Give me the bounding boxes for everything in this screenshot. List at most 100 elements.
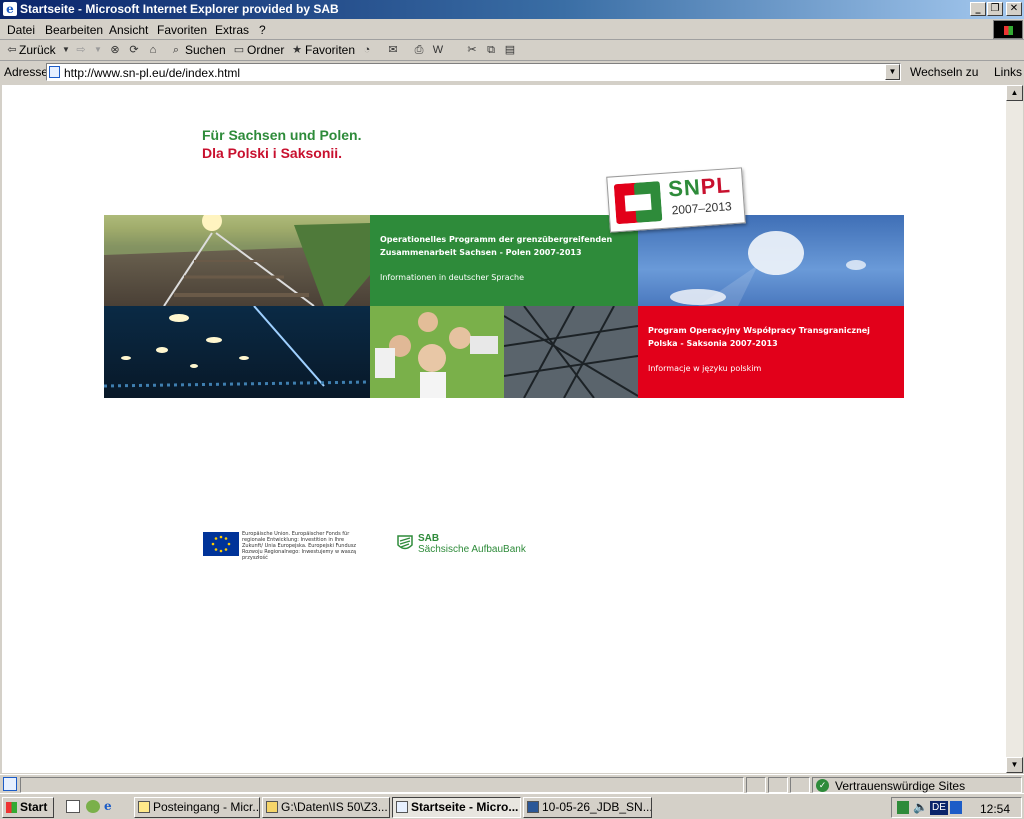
windows-logo-icon	[993, 20, 1023, 39]
search-icon[interactable]: ⌕	[169, 43, 183, 57]
stop-icon[interactable]: ⊗	[108, 43, 122, 57]
menu-help[interactable]: ?	[259, 23, 266, 37]
menu-bearbeiten[interactable]: Bearbeiten	[45, 23, 103, 37]
snpl-logo: SNPL 2007–2013	[606, 167, 746, 233]
task-explorer-label: G:\Daten\IS 50\Z3...	[281, 800, 388, 814]
quicklaunch-ie-icon[interactable]: e	[104, 800, 118, 813]
status-page-icon	[3, 777, 17, 791]
folders-button[interactable]: Ordner	[247, 43, 284, 57]
status-panel-2	[768, 777, 788, 793]
back-dropdown-icon[interactable]: ▼	[59, 43, 73, 57]
folders-icon[interactable]: ▭	[232, 43, 246, 57]
panel-de-title-2: Zusammenarbeit Sachsen - Polen 2007-2013	[380, 248, 582, 257]
start-button[interactable]: Start	[2, 797, 54, 818]
logo-sn: SN	[667, 174, 702, 202]
address-url: http://www.sn-pl.eu/de/index.html	[64, 66, 241, 80]
page-content: Für Sachsen und Polen. Dla Polski i Saks…	[2, 85, 1006, 773]
history-icon[interactable]: ◔	[360, 43, 374, 57]
close-button[interactable]: ✕	[1006, 2, 1022, 16]
task-word-label: 10-05-26_JDB_SN...	[542, 800, 652, 814]
clock: 12:54	[980, 802, 1011, 816]
sab-logo-text: SAB Sächsische AufbauBank	[418, 533, 526, 555]
forward-dropdown-icon[interactable]: ▼	[91, 43, 105, 57]
back-button[interactable]: Zurück	[19, 43, 56, 57]
show-desktop-icon[interactable]	[66, 800, 80, 813]
security-zone-panel: ✓ Vertrauenswürdige Sites	[812, 777, 1022, 793]
menu-favoriten[interactable]: Favoriten	[157, 23, 207, 37]
panel-pl-title-1: Program Operacyjny Współpracy Transgrani…	[648, 326, 870, 335]
start-label: Start	[20, 800, 48, 814]
vertical-scrollbar[interactable]: ▲ ▼	[1006, 85, 1023, 773]
volume-icon[interactable]: 🔈	[913, 800, 928, 814]
menu-bar: Datei Bearbeiten Ansicht Favoriten Extra…	[0, 20, 1024, 40]
headline-pl: Dla Polski i Saksonii.	[202, 145, 343, 161]
favorites-icon[interactable]: ★	[290, 43, 304, 57]
address-input[interactable]: http://www.sn-pl.eu/de/index.html	[46, 63, 901, 81]
panel-de-link[interactable]: Informationen in deutscher Sprache	[380, 271, 628, 284]
logo-years: 2007–2013	[671, 199, 733, 218]
task-outlook-label: Posteingang - Micr...	[153, 800, 260, 814]
scroll-up-button[interactable]: ▲	[1006, 85, 1023, 101]
home-icon[interactable]: ⌂	[146, 43, 160, 57]
forward-arrow-icon[interactable]: ⇨	[74, 43, 88, 57]
ie-icon: e	[3, 2, 17, 16]
sab-line1: SAB	[418, 533, 440, 544]
restore-button[interactable]: ❐	[987, 2, 1003, 16]
go-button[interactable]: Wechseln zu	[910, 65, 978, 79]
security-shield-icon[interactable]	[950, 801, 962, 814]
trusted-check-icon: ✓	[816, 779, 829, 792]
mail-icon[interactable]: ✉	[386, 43, 400, 57]
task-word[interactable]: 10-05-26_JDB_SN...	[523, 797, 652, 818]
folder-icon	[266, 801, 278, 813]
sky-photo	[638, 215, 904, 306]
toolbar: ⇦ Zurück ▼ ⇨ ▼ ⊗ ⟳ ⌂ ⌕ Suchen ▭ Ordner ★…	[0, 40, 1024, 61]
panel-pl-link[interactable]: Informacje w języku polskim	[648, 362, 894, 375]
language-indicator[interactable]: DE	[930, 801, 948, 815]
sab-shield-icon	[397, 535, 413, 550]
paste-icon[interactable]: ▤	[503, 43, 517, 57]
eu-flag-icon	[203, 532, 239, 556]
print-icon[interactable]: ⎙	[412, 43, 426, 57]
address-dropdown-button[interactable]: ▼	[885, 64, 900, 80]
status-bar: ✓ Vertrauenswürdige Sites	[0, 774, 1024, 793]
outlook-icon	[138, 801, 150, 813]
polish-info-panel[interactable]: Program Operacyjny Współpracy Transgrani…	[638, 306, 904, 398]
word-icon	[527, 801, 539, 813]
panel-pl-title-2: Polska - Saksonia 2007-2013	[648, 339, 778, 348]
copy-icon[interactable]: ⧉	[484, 43, 498, 57]
tray-app-icon[interactable]	[897, 801, 909, 814]
status-panel-3	[790, 777, 810, 793]
search-button[interactable]: Suchen	[185, 43, 226, 57]
logo-pl: PL	[699, 172, 732, 200]
task-explorer[interactable]: G:\Daten\IS 50\Z3...	[262, 797, 390, 818]
window-title: Startseite - Microsoft Internet Explorer…	[20, 2, 339, 16]
refresh-icon[interactable]: ⟳	[127, 43, 141, 57]
german-info-panel[interactable]: Operationelles Programm der grenzübergre…	[370, 215, 638, 306]
task-outlook[interactable]: Posteingang - Micr...	[134, 797, 260, 818]
links-button[interactable]: Links	[994, 65, 1022, 79]
windows-flag-icon	[6, 802, 17, 813]
tunnel-photo	[104, 306, 370, 398]
task-ie[interactable]: Startseite - Micro...	[392, 797, 521, 818]
cut-icon[interactable]: ✂	[465, 43, 479, 57]
children-photo	[370, 306, 504, 398]
system-tray: 🔈 DE 12:54	[891, 797, 1022, 818]
favorites-button[interactable]: Favoriten	[305, 43, 355, 57]
edit-word-icon[interactable]: W	[431, 43, 445, 57]
back-arrow-icon[interactable]: ⇦	[5, 43, 19, 57]
ie-task-icon	[396, 801, 408, 813]
menu-extras[interactable]: Extras	[215, 23, 249, 37]
minimize-button[interactable]: _	[970, 2, 986, 16]
taskbar: Start e Posteingang - Micr... G:\Daten\I…	[0, 793, 1024, 819]
quicklaunch-app-icon[interactable]	[86, 800, 100, 813]
title-bar[interactable]: e Startseite - Microsoft Internet Explor…	[0, 0, 1024, 19]
menu-ansicht[interactable]: Ansicht	[109, 23, 148, 37]
snpl-mark-icon	[613, 181, 663, 225]
headline: Für Sachsen und Polen. Dla Polski i Saks…	[202, 126, 361, 162]
menu-datei[interactable]: Datei	[7, 23, 35, 37]
glass-roof-photo	[504, 306, 638, 398]
scroll-down-button[interactable]: ▼	[1006, 757, 1023, 773]
panel-de-title-1: Operationelles Programm der grenzübergre…	[380, 235, 613, 244]
page-icon	[49, 66, 60, 78]
status-panel-1	[746, 777, 766, 793]
